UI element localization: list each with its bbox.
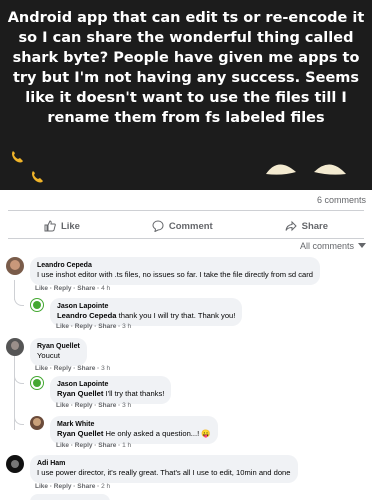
share-icon <box>285 220 297 232</box>
comment-bubble: Leandro Cepeda I use inshot editor with … <box>30 257 321 285</box>
mention-link[interactable]: Ryan Quellet <box>57 429 103 438</box>
like-button[interactable]: Like <box>44 220 80 232</box>
comment-reply-link[interactable]: Reply <box>54 365 72 372</box>
comment-share-link[interactable]: Share <box>98 323 116 330</box>
comment: Adi Ham I use power director, it's reall… <box>6 455 298 483</box>
comment-bubble: Jason Lapointe Ryan Quellet I'll try tha… <box>50 376 172 404</box>
comment-text: thank you I will try that. Thank you! <box>116 311 236 320</box>
comment-like-link[interactable]: Like <box>56 442 69 449</box>
comment-actions: Like · Reply · Share · 2 h <box>35 483 111 490</box>
avatar[interactable] <box>30 416 44 430</box>
comment-bubble-partial <box>30 494 110 500</box>
filter-label: All comments <box>299 241 354 251</box>
share-button[interactable]: Share <box>285 220 328 232</box>
divider <box>8 210 364 211</box>
comment-share-link[interactable]: Share <box>98 402 116 409</box>
comment-reply-link[interactable]: Reply <box>75 323 93 330</box>
comment-share-link[interactable]: Share <box>98 442 116 449</box>
comment-filter[interactable]: All comments <box>300 241 366 251</box>
comment-actions: Like · Reply · Share · 3 h <box>56 323 132 330</box>
comment-time: 3 h <box>122 323 132 330</box>
comment-text: He only asked a question...! 😛 <box>103 429 211 438</box>
comment-author[interactable]: Jason Lapointe <box>57 380 164 389</box>
comment-time: 4 h <box>101 285 111 292</box>
comment-like-link[interactable]: Like <box>35 285 48 292</box>
comment-reply-link[interactable]: Reply <box>75 402 93 409</box>
comment-time: 3 h <box>101 365 111 372</box>
post-text: Android app that can edit ts or re-encod… <box>7 10 365 126</box>
post-banner: Android app that can edit ts or re-encod… <box>0 0 372 190</box>
thumbs-up-icon <box>44 220 56 232</box>
comment: Leandro Cepeda I use inshot editor with … <box>6 257 321 285</box>
comment-author[interactable]: Mark White <box>57 420 211 429</box>
comment-author[interactable]: Jason Lapointe <box>57 302 235 311</box>
comment-share-link[interactable]: Share <box>77 483 95 490</box>
comment-text: I use inshot editor with .ts files, no i… <box>37 270 314 279</box>
phone-icon <box>32 171 43 183</box>
thread-line <box>14 290 24 306</box>
cat-eyes-icon <box>266 164 346 175</box>
comment-reply-link[interactable]: Reply <box>54 285 72 292</box>
avatar[interactable] <box>6 338 24 356</box>
caret-down-icon <box>358 243 366 248</box>
comment-time: 2 h <box>101 483 111 490</box>
divider <box>8 238 364 239</box>
comment-time: 3 h <box>122 402 132 409</box>
avatar[interactable] <box>30 376 44 390</box>
comment-bubble: Ryan Quellet Youcut <box>30 338 87 366</box>
reply-comment: Mark White Ryan Quellet He only asked a … <box>30 416 218 444</box>
comment-button[interactable]: Comment <box>152 220 213 232</box>
comment-reply-link[interactable]: Reply <box>54 483 72 490</box>
mention-link[interactable]: Leandro Cepeda <box>57 311 117 320</box>
phone-icon <box>12 151 23 163</box>
comment-author[interactable]: Ryan Quellet <box>37 342 80 351</box>
comment-author[interactable]: Adi Ham <box>37 459 291 468</box>
comment-time: 1 h <box>122 442 132 449</box>
comment-bubble: Jason Lapointe Leandro Cepeda thank you … <box>50 298 243 326</box>
comment-author[interactable]: Leandro Cepeda <box>37 261 313 270</box>
comment-text: Youcut <box>37 351 60 360</box>
comment-actions: Like · Reply · Share · 4 h <box>35 285 111 292</box>
comment: Ryan Quellet Youcut <box>6 338 87 366</box>
reply-comment: Jason Lapointe Leandro Cepeda thank you … <box>30 298 243 326</box>
comment-icon <box>152 220 164 232</box>
comment-actions: Like · Reply · Share · 1 h <box>56 442 132 449</box>
comment-bubble: Mark White Ryan Quellet He only asked a … <box>50 416 218 444</box>
comment-like-link[interactable]: Like <box>35 365 48 372</box>
comment-bubble: Adi Ham I use power director, it's reall… <box>30 455 298 483</box>
thread-line <box>14 372 24 384</box>
comment-like-link[interactable]: Like <box>56 323 69 330</box>
comment-actions: Like · Reply · Share · 3 h <box>56 402 132 409</box>
comment-reply-link[interactable]: Reply <box>75 442 93 449</box>
like-label: Like <box>60 220 80 232</box>
comment-share-link[interactable]: Share <box>77 285 95 292</box>
post-actions: Like Comment Share <box>8 216 364 236</box>
avatar[interactable] <box>6 257 24 275</box>
comment-count[interactable]: 6 comments <box>317 195 366 205</box>
avatar[interactable] <box>30 298 44 312</box>
comment-like-link[interactable]: Like <box>35 483 48 490</box>
comment-share-link[interactable]: Share <box>77 365 95 372</box>
comment-text: I use power director, it's really great.… <box>37 468 291 477</box>
comment-label: Comment <box>168 220 213 232</box>
thread-line <box>14 413 24 425</box>
share-label: Share <box>301 220 329 232</box>
reply-comment: Jason Lapointe Ryan Quellet I'll try tha… <box>30 376 172 404</box>
mention-link[interactable]: Ryan Quellet <box>57 389 103 398</box>
avatar[interactable] <box>6 455 24 473</box>
comment-actions: Like · Reply · Share · 3 h <box>35 365 111 372</box>
comment-text: I'll try that thanks! <box>103 389 165 398</box>
comment-like-link[interactable]: Like <box>56 402 69 409</box>
